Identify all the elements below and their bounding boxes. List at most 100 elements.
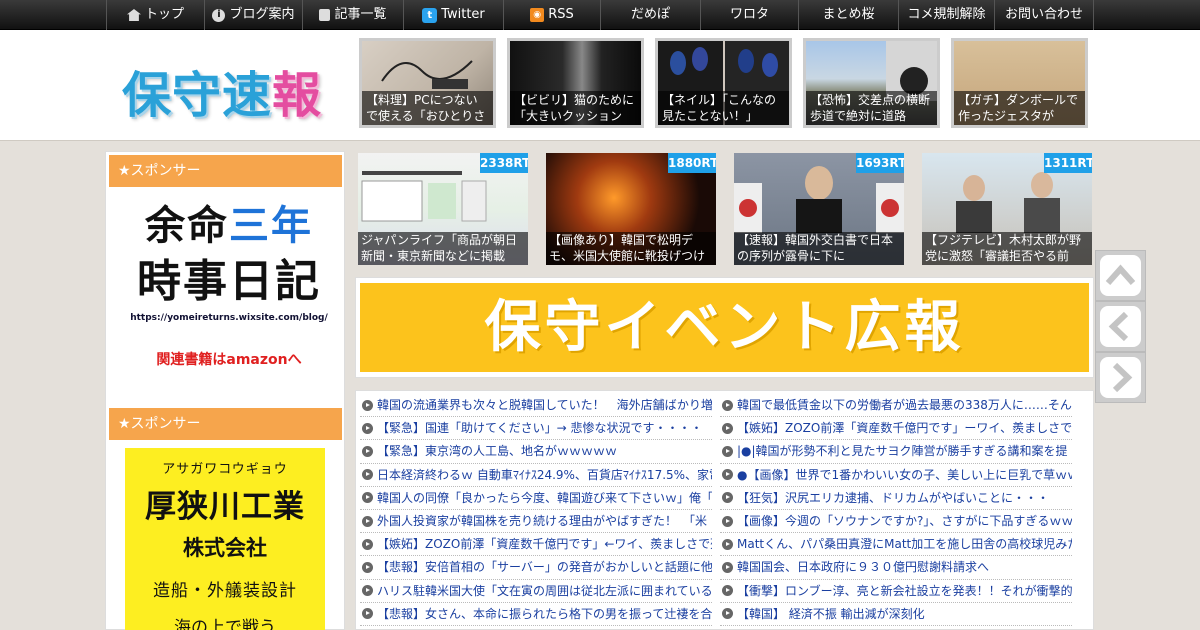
header-thumb[interactable]: 【料理】PCにつないで使える「おひとりさ bbox=[359, 38, 496, 128]
arrow-bullet-icon bbox=[362, 585, 373, 597]
news-link[interactable]: 外国人投資家が韓国株を売り続ける理由がやばすぎた！ 「米 bbox=[360, 510, 712, 534]
news-title: 韓国の流通業界も次々と脱韓国していた！ 海外店舗ばかり増 bbox=[377, 398, 712, 413]
news-link[interactable]: 【緊急】東京湾の人工島、地名がｗｗｗｗｗ bbox=[360, 440, 712, 464]
news-link[interactable]: 【嫉妬】ZOZO前澤「資産数千億円です」ーワイ、羨ましさで死 bbox=[720, 417, 1072, 441]
nav-label: Twitter bbox=[441, 7, 485, 22]
arrow-bullet-icon bbox=[362, 445, 373, 457]
rt-count-badge: 1880RT bbox=[668, 153, 716, 173]
news-link[interactable]: 韓国人の同僚「良かったら今度、韓国遊び来て下さいｗ」俺「行 bbox=[360, 487, 712, 510]
ad1-title-a: 余命 bbox=[145, 203, 229, 249]
arrow-bullet-icon bbox=[362, 561, 373, 573]
nav-items: トップ i ブログ案内 記事一覧 t Twitter ◉ RSS だめぽ ワロタ… bbox=[106, 0, 1094, 30]
logo-char: 保 bbox=[122, 67, 173, 124]
news-link[interactable]: 【悲報】女さん、本命に振られたら格下の男を振って辻褄を合 bbox=[360, 603, 712, 626]
info-icon: i bbox=[212, 8, 226, 22]
prev-button[interactable] bbox=[1095, 301, 1146, 352]
ad2-tagline: 海の上で戦う bbox=[174, 618, 276, 630]
list-icon bbox=[319, 9, 331, 21]
header-thumb[interactable]: 【ネイル】「こんなの見たことない！」 bbox=[655, 38, 792, 128]
thumb-caption: 【料理】PCにつないで使える「おひとりさ bbox=[362, 91, 493, 125]
scroll-top-button[interactable] bbox=[1095, 250, 1146, 301]
news-title: 【悲報】安倍首相の「サーバー」の発音がおかしいと話題に他 bbox=[377, 560, 712, 575]
rt-item[interactable]: 2338RT ジャパンライフ「商品が朝日新聞・東京新聞などに掲載 bbox=[358, 153, 528, 265]
news-title: 【狂気】沢尻エリカ逮捕、ドリカムがやばいことに・・・ bbox=[737, 490, 1050, 505]
button-face bbox=[1100, 306, 1141, 347]
nav-damepo[interactable]: だめぽ bbox=[600, 0, 700, 30]
news-link[interactable]: 【衝撃】ロンブー淳、亮と新会社設立を発表！！それが衝撃的 bbox=[720, 580, 1072, 603]
news-title: 韓国人の同僚「良かったら今度、韓国遊び来て下さいｗ」俺「行 bbox=[377, 490, 712, 505]
news-link[interactable]: ●【画像】世界で1番かわいい女の子、美しい上に巨乳で草ｗｗ bbox=[720, 464, 1072, 487]
news-link[interactable]: 【狂気】沢尻エリカ逮捕、ドリカムがやばいことに・・・ bbox=[720, 487, 1072, 510]
nav-blog-guide[interactable]: i ブログ案内 bbox=[204, 0, 302, 30]
header-thumb[interactable]: 【ビビリ】猫のために「大きいクッション bbox=[507, 38, 644, 128]
thumb-caption: 【ビビリ】猫のために「大きいクッション bbox=[510, 91, 641, 125]
arrow-bullet-icon bbox=[362, 538, 373, 550]
news-title: 【嫉妬】ZOZO前澤「資産数千億円です」←ワイ、羨ましさで死 bbox=[377, 537, 712, 552]
nav-label: トップ bbox=[144, 7, 184, 22]
nav-rss[interactable]: ◉ RSS bbox=[503, 0, 600, 30]
sidebar: ★スポンサー 余命三年 時事日記 https://yomeireturns.wi… bbox=[105, 151, 345, 630]
news-title: Mattくん、パパ桑田真澄にMatt加工を施し田舎の高校球児みたい bbox=[737, 537, 1072, 552]
ad2-corp: 株式会社 bbox=[183, 536, 267, 560]
event-banner[interactable]: 保守イベント広報 bbox=[355, 277, 1094, 378]
ad1-title: 余命三年 bbox=[124, 197, 334, 255]
rt-item[interactable]: 1880RT 【画像あり】韓国で松明デモ、米国大使館に靴投げつけ bbox=[546, 153, 716, 265]
news-link[interactable]: 【悲報】安倍首相の「サーバー」の発音がおかしいと話題に他 bbox=[360, 556, 712, 580]
news-link[interactable]: |●|韓国が形勢不利と見たサヨク陣営が勝手すぎる講和案を提 bbox=[720, 440, 1072, 464]
news-link[interactable]: 【画像】今週の「ソウナンですか?」、さすがに下品すぎるｗｗ bbox=[720, 510, 1072, 534]
chevron-up-icon bbox=[1105, 264, 1136, 285]
nav-comment-unblock[interactable]: コメ規制解除 bbox=[898, 0, 994, 30]
arrow-bullet-icon bbox=[722, 561, 733, 573]
news-link[interactable]: 日本経済終わるｗ 自動車ﾏｲﾅｽ24.9%、百貨店ﾏｲﾅｽ17.5%、家電ﾏｲ bbox=[360, 464, 712, 487]
rt-item[interactable]: 1693RT 【速報】韓国外交白書で日本の序列が露骨に下に bbox=[734, 153, 904, 265]
nav-article-list[interactable]: 記事一覧 bbox=[302, 0, 403, 30]
logo-char: 速 bbox=[222, 67, 273, 124]
nav-label: コメ規制解除 bbox=[907, 7, 986, 22]
news-link[interactable]: 【韓国】 経済不振 輸出減が深刻化 bbox=[720, 603, 1072, 626]
news-link[interactable]: ハリス駐韓米国大使「文在寅の周囲は従北左派に囲まれている bbox=[360, 580, 712, 603]
news-link[interactable]: 【緊急】国連「助けてください」→ 悲惨な状況です・・・・ bbox=[360, 417, 712, 441]
news-link[interactable]: 韓国で最低賃金以下の労働者が過去最悪の338万人に……そんな bbox=[720, 394, 1072, 418]
arrow-bullet-icon bbox=[722, 469, 733, 481]
thumb-image bbox=[381, 60, 473, 89]
rt-item[interactable]: 1311RT 【フジテレビ】木村太郎が野党に激怒「審議拒否やる前 bbox=[922, 153, 1092, 265]
sponsor-header: ★スポンサー bbox=[109, 408, 342, 440]
nav-twitter[interactable]: t Twitter bbox=[403, 0, 503, 30]
rt-count-badge: 2338RT bbox=[480, 153, 528, 173]
next-button[interactable] bbox=[1095, 352, 1146, 403]
nav-matome-sakura[interactable]: まとめ桜 bbox=[798, 0, 898, 30]
header-thumb[interactable]: 【ガチ】ダンボールで作ったジェスタが bbox=[951, 38, 1088, 128]
news-title: 【衝撃】ロンブー淳、亮と新会社設立を発表！！それが衝撃的 bbox=[737, 583, 1072, 598]
nav-home[interactable]: トップ bbox=[106, 0, 204, 30]
news-list-left: 韓国の流通業界も次々と脱韓国していた！ 海外店舗ばかり増 【緊急】国連「助けてく… bbox=[360, 394, 712, 626]
nav-contact[interactable]: お問い合わせ bbox=[994, 0, 1094, 30]
site-header: 保守速報 【料理】PCにつないで使える「おひとりさ 【ビビリ】猫のために「大きい… bbox=[0, 30, 1200, 141]
chevron-right-icon bbox=[1112, 362, 1133, 393]
arrow-bullet-icon bbox=[722, 492, 733, 504]
arrow-bullet-icon bbox=[722, 399, 733, 411]
top-nav: トップ i ブログ案内 記事一覧 t Twitter ◉ RSS だめぽ ワロタ… bbox=[0, 0, 1200, 30]
news-title: 韓国国会、日本政府に９３０億円慰謝料請求へ bbox=[737, 560, 990, 575]
arrow-bullet-icon bbox=[722, 608, 733, 620]
news-title: 【画像】今週の「ソウナンですか?」、さすがに下品すぎるｗｗ bbox=[737, 514, 1072, 529]
news-link[interactable]: 韓国の流通業界も次々と脱韓国していた！ 海外店舗ばかり増 bbox=[360, 394, 712, 418]
news-link[interactable]: 韓国国会、日本政府に９３０億円慰謝料請求へ bbox=[720, 556, 1072, 580]
site-logo[interactable]: 保守速報 bbox=[122, 56, 322, 127]
rt-caption: 【画像あり】韓国で松明デモ、米国大使館に靴投げつけ bbox=[546, 232, 716, 265]
arrow-bullet-icon bbox=[362, 515, 373, 527]
arrow-bullet-icon bbox=[722, 445, 733, 457]
news-link[interactable]: 【嫉妬】ZOZO前澤「資産数千億円です」←ワイ、羨ましさで死 bbox=[360, 533, 712, 557]
nav-label: まとめ桜 bbox=[822, 7, 875, 22]
news-link[interactable]: Mattくん、パパ桑田真澄にMatt加工を施し田舎の高校球児みたい bbox=[720, 533, 1072, 557]
header-thumb[interactable]: 【恐怖】交差点の横断歩道で絶対に道路 bbox=[803, 38, 940, 128]
ad-asagawa-kogyo[interactable]: アサガワコウギョウ 厚狭川工業 株式会社 造船・外艤装設計 海の上で戦う bbox=[125, 448, 325, 630]
news-title: 【緊急】東京湾の人工島、地名がｗｗｗｗｗ bbox=[377, 444, 618, 459]
nav-warota[interactable]: ワロタ bbox=[700, 0, 798, 30]
arrow-bullet-icon bbox=[362, 492, 373, 504]
ad1-amazon-link[interactable]: 関連書籍はamazonへ bbox=[124, 349, 334, 369]
ad-yomei-sannen[interactable]: 余命三年 時事日記 https://yomeireturns.wixsite.c… bbox=[124, 197, 334, 377]
arrow-bullet-icon bbox=[722, 422, 733, 434]
news-title: 【嫉妬】ZOZO前澤「資産数千億円です」ーワイ、羨ましさで死 bbox=[737, 421, 1072, 436]
logo-char: 守 bbox=[172, 67, 223, 124]
ad2-business: 造船・外艤装設計 bbox=[153, 581, 297, 601]
